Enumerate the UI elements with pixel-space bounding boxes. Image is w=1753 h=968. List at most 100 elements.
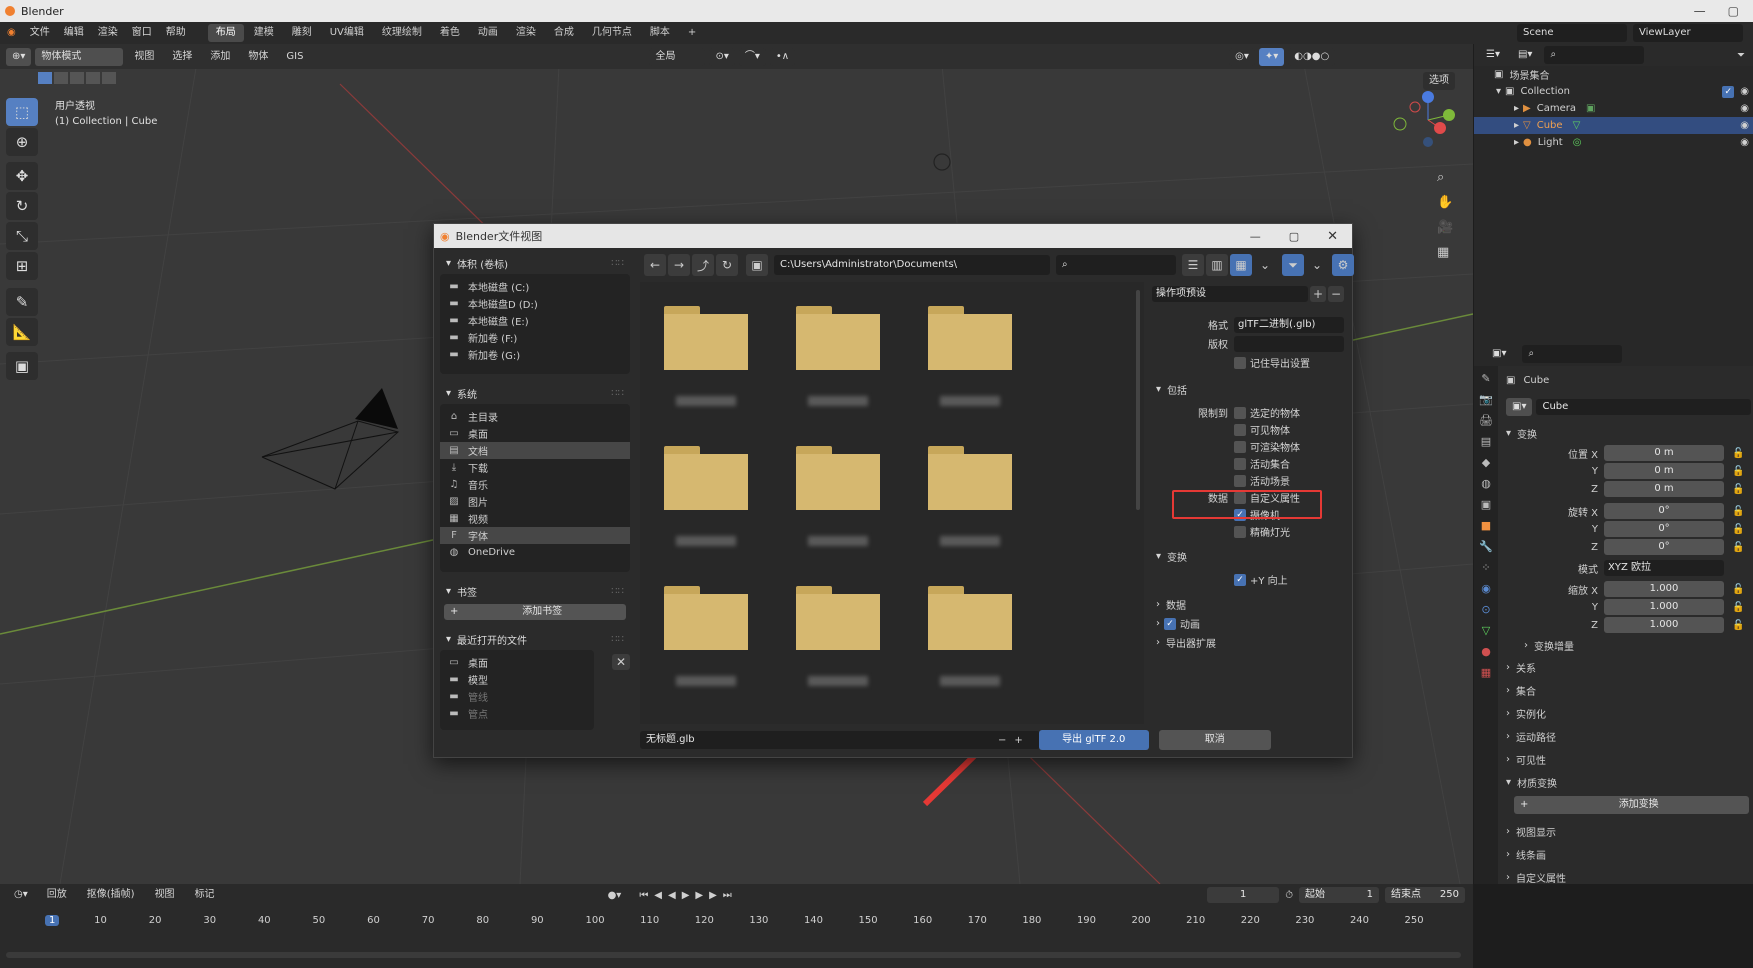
scale-z-field[interactable]: 1.000 <box>1604 617 1724 633</box>
collections-section[interactable]: 集合 <box>1516 683 1536 698</box>
lock-icon[interactable]: 🔓 <box>1732 466 1744 477</box>
include-section[interactable]: ▾ 包括 <box>1146 381 1350 398</box>
timeline-scrollbar[interactable] <box>6 952 1461 958</box>
remember-settings-checkbox[interactable]: 记住导出设置 <box>1146 354 1350 371</box>
filename-input[interactable]: 无标题.glb <box>640 731 1040 749</box>
tab-geometry-nodes[interactable]: 几何节点 <box>584 24 640 42</box>
move-tool-icon[interactable]: ✥ <box>6 162 38 190</box>
select-mode-icons[interactable] <box>38 72 116 84</box>
recent-header[interactable]: ▾ 最近打开的文件 ∷∷ <box>440 628 630 650</box>
filter-dropdown-icon[interactable]: ⌄ <box>1306 254 1328 276</box>
viewlayer-selector[interactable]: ViewLayer <box>1633 24 1743 42</box>
operator-presets-select[interactable]: 操作项预设 <box>1152 286 1308 302</box>
format-select[interactable]: glTF二进制(.glb) <box>1234 316 1344 333</box>
measure-tool-icon[interactable]: 📐 <box>6 318 38 346</box>
recent-item[interactable]: ▭ 桌面 <box>440 654 594 671</box>
start-frame-field[interactable]: 起始 1 <box>1299 887 1379 903</box>
outliner-item-cube[interactable]: ▸ ▽ Cube ▽ ◉ <box>1474 117 1753 134</box>
lock-icon[interactable]: 🔓 <box>1732 584 1744 595</box>
tab-animation[interactable]: 动画 <box>470 24 506 42</box>
minimize-button[interactable]: — <box>1694 4 1706 18</box>
new-folder-icon[interactable]: ▣ <box>746 254 768 276</box>
volume-item-e[interactable]: ▬ 本地磁盘 (E:) <box>440 312 630 329</box>
file-search-input[interactable]: ⌕ <box>1056 255 1176 275</box>
settings-gear-icon[interactable]: ⚙ <box>1332 254 1354 276</box>
timeline-view-menu[interactable]: 视图 <box>148 884 182 906</box>
menu-file[interactable]: 文件 <box>23 22 57 44</box>
tab-modeling[interactable]: 建模 <box>246 24 282 42</box>
lock-icon[interactable]: 🔓 <box>1732 620 1744 631</box>
scene-collection-row[interactable]: ▣ 场景集合 <box>1474 66 1753 83</box>
scale-tool-icon[interactable]: ⤡ <box>6 222 38 250</box>
dialog-close-button[interactable]: ✕ <box>1327 229 1338 244</box>
keying-menu[interactable]: 抠像(插帧) <box>80 884 142 906</box>
playback-menu[interactable]: 回放 <box>40 884 74 906</box>
tab-texture-paint[interactable]: 纹理绘制 <box>374 24 430 42</box>
zoom-icon[interactable]: ⌕ <box>1437 170 1453 185</box>
cursor-tool-icon[interactable]: ⊕ <box>6 128 38 156</box>
tool-tab-icon[interactable]: ✎ <box>1481 372 1490 385</box>
folder-item[interactable] <box>924 446 1016 546</box>
eye-icon[interactable]: ◉ <box>1740 103 1749 114</box>
ortho-grid-icon[interactable]: ▦ <box>1437 245 1453 260</box>
outliner-item-camera[interactable]: ▸ ▶ Camera ▣ ◉ <box>1474 100 1753 117</box>
limit-active-scene-checkbox[interactable]: 活动场景 <box>1146 472 1350 489</box>
add-cube-tool-icon[interactable]: ▣ <box>6 352 38 380</box>
bookmarks-header[interactable]: ▾ 书签 ∷∷ <box>440 580 630 602</box>
scale-x-field[interactable]: 1.000 <box>1604 581 1724 597</box>
tab-compositing[interactable]: 合成 <box>546 24 582 42</box>
lock-icon[interactable]: 🔓 <box>1732 524 1744 535</box>
folder-item[interactable] <box>660 446 752 546</box>
add-bookmark-button[interactable]: + 添加书签 <box>444 604 626 620</box>
playback-controls-icon[interactable]: ⏮◀◀▶▶▶⏭ <box>639 890 737 901</box>
viewport-display-section[interactable]: 视图显示 <box>1516 824 1556 839</box>
delta-transform-section[interactable]: 变换增量 <box>1534 638 1574 653</box>
limit-selected-checkbox[interactable]: 选定的物体 <box>1234 405 1300 420</box>
thumbnail-view-icon[interactable]: ▦ <box>1230 254 1252 276</box>
filter-toggle-icon[interactable]: ⏷ <box>1282 254 1304 276</box>
pan-hand-icon[interactable]: ✋ <box>1437 195 1453 210</box>
parent-dir-icon[interactable]: ⤴ <box>692 254 714 276</box>
menu-help[interactable]: 帮助 <box>159 22 193 44</box>
menu-render[interactable]: 渲染 <box>91 22 125 44</box>
folder-item[interactable] <box>660 306 752 406</box>
eye-icon[interactable]: ◉ <box>1740 86 1749 97</box>
back-arrow-icon[interactable]: ← <box>644 254 666 276</box>
remove-preset-button[interactable]: − <box>1328 286 1344 302</box>
particles-tab-icon[interactable]: ⁘ <box>1481 561 1490 574</box>
select-box-tool-icon[interactable]: ⬚ <box>6 98 38 126</box>
outliner-search-input[interactable]: ⌕ <box>1544 46 1645 64</box>
data-section[interactable]: › 数据 <box>1146 596 1350 613</box>
object-name-field[interactable]: Cube <box>1536 399 1751 415</box>
tab-layout[interactable]: 布局 <box>207 24 244 42</box>
gizmo-icon[interactable]: ✦▾ <box>1258 47 1285 66</box>
viewport-menu-select[interactable]: 选择 <box>165 46 199 68</box>
rotate-tool-icon[interactable]: ↻ <box>6 192 38 220</box>
system-item-pictures[interactable]: ▨ 图片 <box>440 493 630 510</box>
shading-solid-icon[interactable]: ◐◑●○ <box>1288 47 1336 66</box>
cancel-button[interactable]: 取消 <box>1158 730 1271 750</box>
volume-item-f[interactable]: ▬ 新加卷 (F:) <box>440 329 630 346</box>
camera-view-icon[interactable]: 🎥 <box>1437 220 1453 235</box>
lock-icon[interactable]: 🔓 <box>1732 484 1744 495</box>
options-button[interactable]: 选项 <box>1423 72 1455 90</box>
display-mode-icon[interactable]: ▤▾ <box>1511 46 1539 64</box>
clear-recent-icon[interactable]: ✕ <box>612 654 630 670</box>
clock-icon[interactable]: ⏱ <box>1285 890 1293 901</box>
custom-props-section[interactable]: 自定义属性 <box>1516 870 1566 885</box>
annotate-tool-icon[interactable]: ✎ <box>6 288 38 316</box>
data-tab-icon[interactable]: ▽ <box>1482 624 1490 637</box>
frame-ruler[interactable]: 1 10 20 30 40 50 60 70 80 90 100 110 120 130 140 150 160… <box>0 915 1473 929</box>
properties-type-icon[interactable]: ▣▾ <box>1486 345 1513 363</box>
scale-y-field[interactable]: 1.000 <box>1604 599 1724 615</box>
modifier-tab-icon[interactable]: 🔧 <box>1479 540 1493 553</box>
scene-tab-icon[interactable]: ◆ <box>1482 456 1490 469</box>
object-tab-icon[interactable]: ■ <box>1481 519 1491 532</box>
add-transform-button[interactable]: + 添加变换 <box>1514 796 1749 814</box>
volume-item-d[interactable]: ▬ 本地磁盘D (D:) <box>440 295 630 312</box>
editor-type-icon[interactable]: ⊕▾ <box>6 47 32 66</box>
limit-visible-checkbox[interactable]: 可见物体 <box>1146 421 1350 438</box>
transform-tool-icon[interactable]: ⊞ <box>6 252 38 280</box>
proportional-icon[interactable]: •∧ <box>769 47 796 66</box>
path-field[interactable]: C:\Users\Administrator\Documents\ <box>774 255 1050 275</box>
